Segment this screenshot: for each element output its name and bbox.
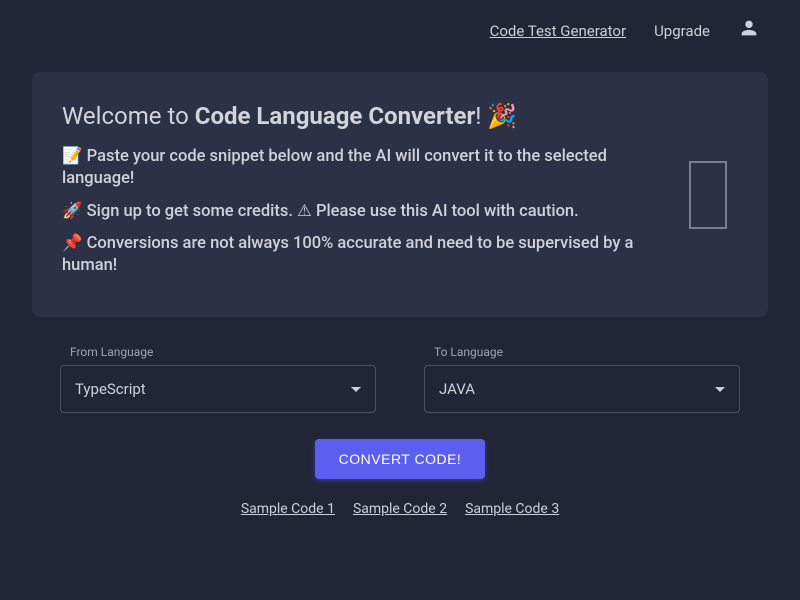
sample-code-1-link[interactable]: Sample Code 1 bbox=[241, 501, 335, 517]
convert-section: CONVERT CODE! bbox=[0, 439, 800, 479]
from-language-group: From Language TypeScript bbox=[60, 345, 376, 413]
from-language-label: From Language bbox=[70, 345, 376, 359]
sample-code-3-link[interactable]: Sample Code 3 bbox=[465, 501, 559, 517]
welcome-title-bold: Code Language Converter bbox=[195, 102, 476, 130]
welcome-line2: 🚀 Sign up to get some credits. ⚠ Please … bbox=[62, 201, 648, 223]
nav-upgrade[interactable]: Upgrade bbox=[654, 22, 710, 40]
from-language-value: TypeScript bbox=[75, 380, 146, 398]
sample-links: Sample Code 1 Sample Code 2 Sample Code … bbox=[0, 501, 800, 547]
language-selectors: From Language TypeScript To Language JAV… bbox=[60, 345, 740, 413]
convert-button[interactable]: CONVERT CODE! bbox=[315, 439, 486, 479]
welcome-card: Welcome to Code Language Converter! 🎉 📝 … bbox=[32, 72, 768, 317]
welcome-title-suffix: ! 🎉 bbox=[475, 102, 517, 130]
nav-code-test-generator[interactable]: Code Test Generator bbox=[490, 22, 626, 40]
sample-code-2-link[interactable]: Sample Code 2 bbox=[353, 501, 447, 517]
welcome-title: Welcome to Code Language Converter! 🎉 bbox=[62, 102, 648, 130]
profile-icon[interactable] bbox=[738, 17, 760, 39]
welcome-title-prefix: Welcome to bbox=[62, 102, 195, 130]
to-language-label: To Language bbox=[434, 345, 740, 359]
welcome-line1: 📝 Paste your code snippet below and the … bbox=[62, 146, 648, 191]
welcome-line3: 📌 Conversions are not always 100% accura… bbox=[62, 233, 648, 278]
chevron-down-icon bbox=[715, 387, 725, 392]
welcome-content: Welcome to Code Language Converter! 🎉 📝 … bbox=[62, 102, 648, 287]
from-language-select[interactable]: TypeScript bbox=[60, 365, 376, 413]
to-language-group: To Language JAVA bbox=[424, 345, 740, 413]
to-language-select[interactable]: JAVA bbox=[424, 365, 740, 413]
to-language-value: JAVA bbox=[439, 380, 475, 398]
header: Code Test Generator Upgrade bbox=[0, 0, 800, 52]
welcome-illustration bbox=[678, 102, 738, 287]
image-placeholder-icon bbox=[689, 161, 727, 229]
chevron-down-icon bbox=[351, 387, 361, 392]
